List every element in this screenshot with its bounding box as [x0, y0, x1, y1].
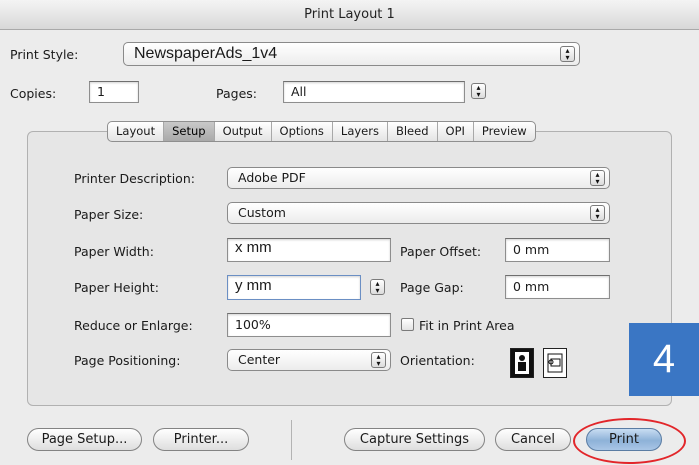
highlight-circle	[573, 418, 686, 464]
print-style-label: Print Style:	[10, 47, 79, 62]
printer-description-select[interactable]: Adobe PDF ▴ ▾	[227, 167, 610, 189]
paper-height-stepper[interactable]: ▴ ▾	[370, 279, 385, 295]
paper-size-select[interactable]: Custom ▴ ▾	[227, 202, 610, 224]
updown-arrows-icon: ▴ ▾	[590, 205, 605, 221]
orientation-label: Orientation:	[400, 353, 475, 368]
reduce-enlarge-label: Reduce or Enlarge:	[74, 318, 193, 333]
step-number-badge: 4	[629, 323, 699, 396]
tab-bleed[interactable]: Bleed	[388, 122, 438, 141]
paper-width-input[interactable]: x mm	[227, 238, 391, 262]
updown-arrows-icon: ▴ ▾	[560, 46, 575, 62]
print-style-value: NewspaperAds_1v4	[134, 45, 278, 62]
tab-opi[interactable]: OPI	[438, 122, 474, 141]
print-style-select[interactable]: NewspaperAds_1v4 ▴ ▾	[123, 42, 580, 66]
paper-offset-label: Paper Offset:	[400, 244, 482, 259]
tab-setup[interactable]: Setup	[164, 122, 215, 141]
page-positioning-select[interactable]: Center ▴ ▾	[227, 349, 391, 371]
page-positioning-value: Center	[238, 352, 281, 367]
updown-arrows-icon: ▴ ▾	[371, 352, 386, 368]
button-separator	[291, 420, 292, 460]
tab-layers[interactable]: Layers	[333, 122, 388, 141]
pages-label: Pages:	[216, 86, 257, 101]
landscape-icon[interactable]	[543, 348, 567, 378]
tab-layout[interactable]: Layout	[108, 122, 165, 141]
paper-size-label: Paper Size:	[74, 207, 144, 222]
copies-label: Copies:	[10, 86, 57, 101]
tab-preview[interactable]: Preview	[474, 122, 535, 141]
capture-settings-button[interactable]: Capture Settings	[344, 428, 485, 451]
tab-output[interactable]: Output	[215, 122, 272, 141]
cancel-button[interactable]: Cancel	[495, 428, 571, 451]
pages-input[interactable]: All	[283, 81, 465, 103]
page-setup-button[interactable]: Page Setup...	[27, 428, 142, 451]
printer-description-value: Adobe PDF	[238, 170, 306, 185]
paper-size-value: Custom	[238, 205, 286, 220]
page-gap-label: Page Gap:	[400, 280, 464, 295]
page-positioning-label: Page Positioning:	[74, 353, 181, 368]
updown-arrows-icon: ▴ ▾	[590, 170, 605, 186]
printer-description-label: Printer Description:	[74, 171, 195, 186]
page-gap-input[interactable]: 0 mm	[505, 275, 610, 299]
paper-width-label: Paper Width:	[74, 244, 154, 259]
reduce-enlarge-input[interactable]: 100%	[227, 313, 391, 337]
fit-in-print-area-label: Fit in Print Area	[419, 318, 515, 333]
copies-input[interactable]: 1	[89, 81, 139, 103]
paper-height-input[interactable]: y mm	[227, 275, 361, 300]
fit-in-print-area-checkbox[interactable]	[401, 318, 414, 331]
tab-options[interactable]: Options	[272, 122, 333, 141]
pages-popup-button[interactable]: ▴ ▾	[471, 83, 486, 99]
window-title: Print Layout 1	[0, 0, 699, 30]
printer-button[interactable]: Printer...	[153, 428, 249, 451]
portrait-icon[interactable]	[510, 348, 534, 378]
paper-height-label: Paper Height:	[74, 280, 159, 295]
paper-offset-input[interactable]: 0 mm	[505, 238, 610, 262]
tab-bar: Layout Setup Output Options Layers Bleed…	[107, 121, 536, 142]
